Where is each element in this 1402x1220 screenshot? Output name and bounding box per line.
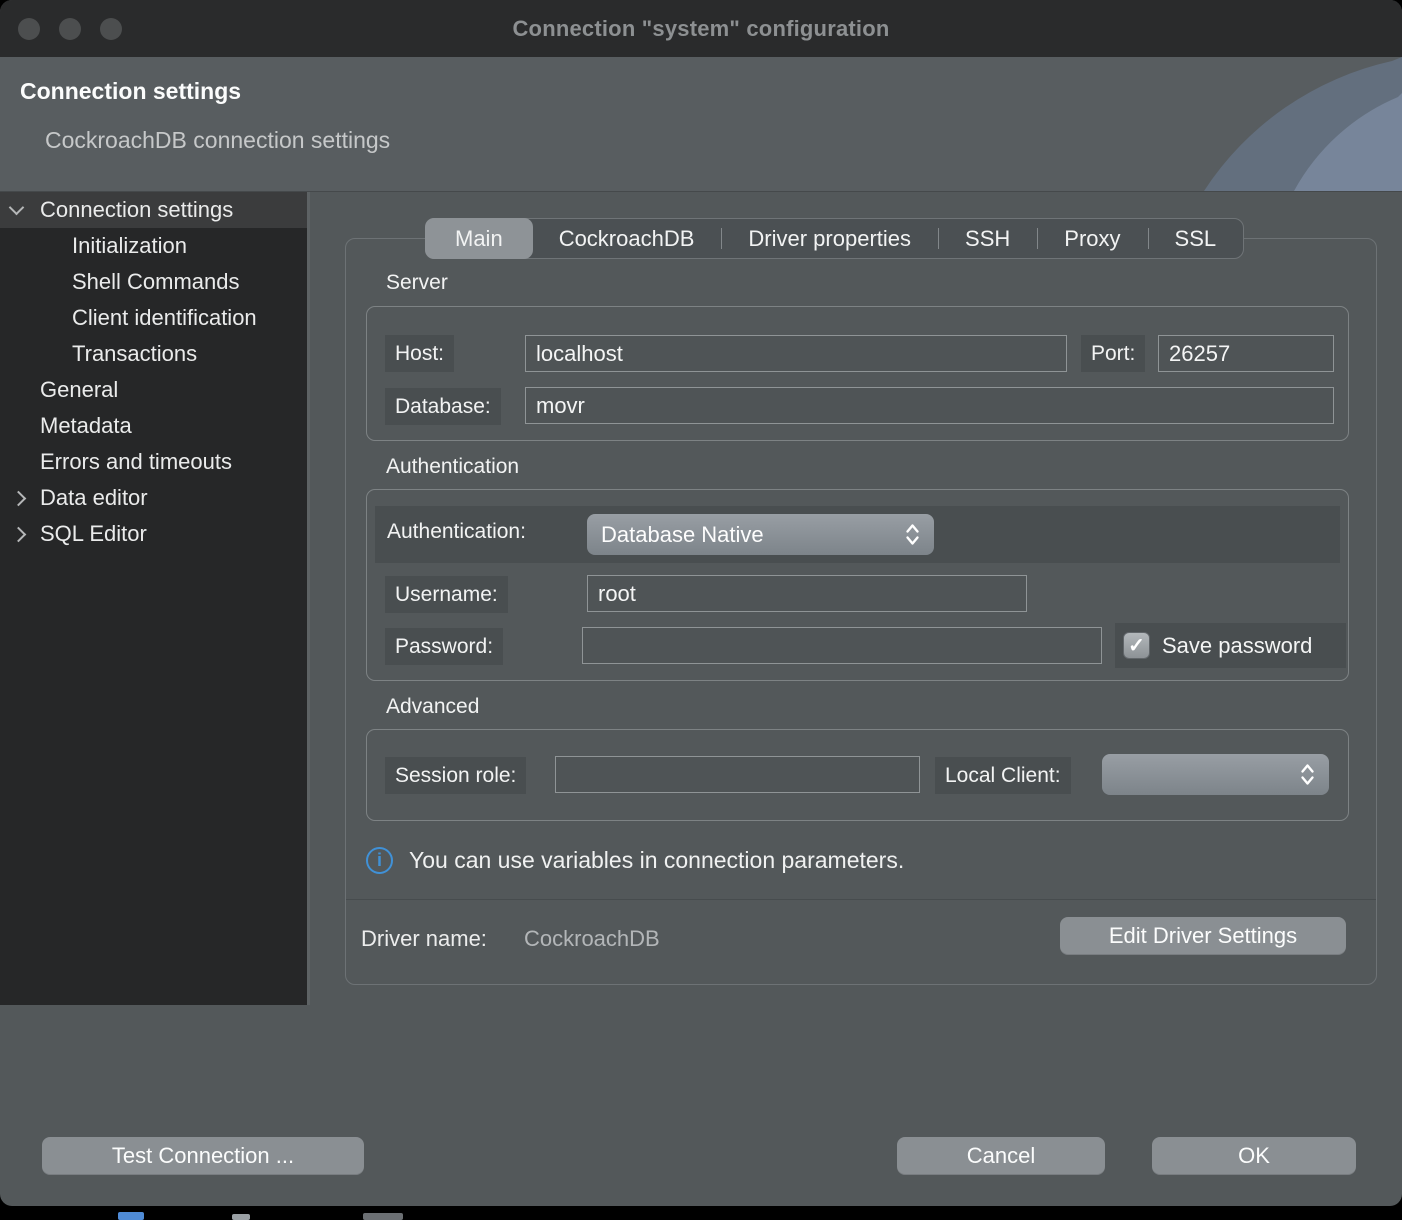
database-label: Database: (385, 388, 501, 425)
minimize-button[interactable] (59, 18, 81, 40)
tree-item-transactions[interactable]: Transactions (0, 336, 307, 372)
dock-fragment (118, 1212, 144, 1220)
server-section-label: Server (386, 271, 448, 295)
dock-fragment (232, 1214, 250, 1220)
tree-item-data-editor[interactable]: Data editor (0, 480, 307, 516)
dialog-header: Connection settings CockroachDB connecti… (0, 57, 1402, 192)
dock-fragment (363, 1213, 403, 1220)
authentication-label: Authentication: (387, 520, 526, 544)
tree-item-connection-settings[interactable]: Connection settings (0, 192, 307, 228)
host-label: Host: (385, 335, 454, 372)
decorative-swoosh (1144, 57, 1402, 191)
session-role-label: Session role: (385, 757, 526, 794)
title-bar: Connection "system" configuration (0, 0, 1402, 57)
host-input[interactable] (525, 335, 1067, 372)
tree-item-errors-and-timeouts[interactable]: Errors and timeouts (0, 444, 307, 480)
page-subtitle: CockroachDB connection settings (45, 127, 390, 154)
username-label: Username: (385, 576, 508, 613)
save-password-checkbox[interactable] (1123, 632, 1150, 659)
connection-tabs: Main CockroachDB Driver properties SSH P… (425, 218, 1244, 259)
driver-name-value: CockroachDB (524, 926, 660, 952)
window-title: Connection "system" configuration (512, 16, 889, 42)
local-client-select[interactable] (1102, 754, 1329, 795)
port-label: Port: (1081, 335, 1145, 372)
connection-config-dialog: Connection "system" configuration Connec… (0, 0, 1402, 1206)
edit-driver-settings-button[interactable]: Edit Driver Settings (1060, 917, 1346, 955)
tab-proxy[interactable]: Proxy (1037, 219, 1147, 258)
ok-button[interactable]: OK (1152, 1137, 1356, 1175)
up-down-chevron-icon (1300, 763, 1315, 786)
tab-main[interactable]: Main (425, 218, 533, 259)
zoom-button[interactable] (100, 18, 122, 40)
port-input[interactable] (1158, 335, 1334, 372)
main-tab-content: Server Host: Port: Database: Authenticat… (345, 238, 1377, 985)
save-password-band: Save password (1115, 623, 1346, 668)
close-button[interactable] (18, 18, 40, 40)
tab-cockroachdb[interactable]: CockroachDB (532, 219, 722, 258)
main-pane: Main CockroachDB Driver properties SSH P… (310, 192, 1402, 1005)
traffic-lights (18, 18, 122, 40)
database-input[interactable] (525, 387, 1334, 424)
chevron-down-icon[interactable] (9, 200, 25, 216)
tab-ssh[interactable]: SSH (938, 219, 1037, 258)
advanced-section-label: Advanced (386, 695, 479, 719)
chevron-right-icon[interactable] (11, 527, 27, 543)
settings-tree: Connection settings Initialization Shell… (0, 192, 307, 1005)
driver-row: Driver name: CockroachDB Edit Driver Set… (346, 899, 1376, 985)
tree-item-initialization[interactable]: Initialization (0, 228, 307, 264)
username-input[interactable] (587, 575, 1027, 612)
tree-item-general[interactable]: General (0, 372, 307, 408)
tree-item-shell-commands[interactable]: Shell Commands (0, 264, 307, 300)
tab-driver-properties[interactable]: Driver properties (721, 219, 938, 258)
password-label: Password: (385, 628, 503, 665)
driver-name-label: Driver name: (361, 926, 487, 952)
authentication-select[interactable]: Database Native (587, 514, 934, 555)
tree-item-metadata[interactable]: Metadata (0, 408, 307, 444)
info-message-row: i You can use variables in connection pa… (366, 847, 904, 874)
save-password-label: Save password (1162, 633, 1312, 659)
password-input[interactable] (582, 627, 1102, 664)
tree-item-sql-editor[interactable]: SQL Editor (0, 516, 307, 552)
session-role-input[interactable] (555, 756, 920, 793)
test-connection-button[interactable]: Test Connection ... (42, 1137, 364, 1175)
chevron-right-icon[interactable] (11, 491, 27, 507)
tab-ssl[interactable]: SSL (1148, 219, 1244, 258)
advanced-group: Session role: Local Client: (366, 729, 1349, 821)
tree-item-client-identification[interactable]: Client identification (0, 300, 307, 336)
cancel-button[interactable]: Cancel (897, 1137, 1105, 1175)
authentication-section-label: Authentication (386, 455, 519, 479)
up-down-chevron-icon (905, 523, 920, 546)
server-group: Host: Port: Database: (366, 306, 1349, 441)
info-message: You can use variables in connection para… (409, 847, 904, 874)
local-client-label: Local Client: (935, 757, 1071, 794)
info-circle-icon: i (366, 847, 393, 874)
page-title: Connection settings (20, 78, 241, 105)
authentication-group: Authentication: Database Native Username… (366, 489, 1349, 681)
